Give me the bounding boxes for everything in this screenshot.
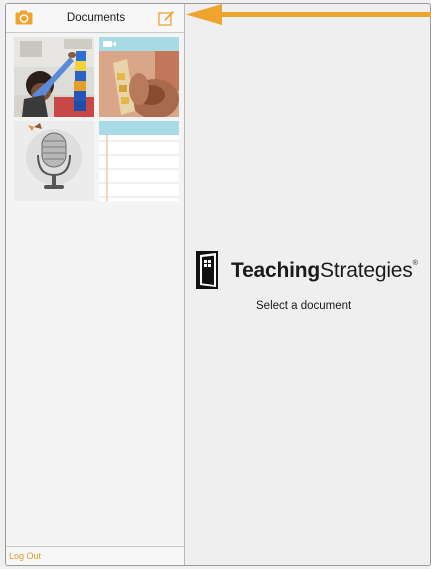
document-detail-pane: TeachingStrategies® Select a document (185, 4, 430, 565)
logo-bold-text: Teaching (231, 259, 321, 282)
door-logo-icon (196, 251, 218, 289)
registered-mark: ® (412, 260, 418, 267)
arrow-annotation-icon (186, 4, 431, 25)
log-out-button[interactable]: Log Out (9, 551, 41, 561)
document-thumbnail-audio[interactable] (14, 121, 94, 201)
document-thumbnail-photo[interactable] (14, 37, 94, 117)
document-thumbnail-video[interactable] (99, 37, 179, 117)
document-thumbnail-note[interactable] (99, 121, 179, 201)
app-window: Documents Log Out TeachingStrategies® Se… (5, 3, 431, 566)
select-document-prompt: Select a document (256, 300, 352, 312)
logo-wordmark: TeachingStrategies® (231, 259, 418, 283)
sidebar-header: Documents (6, 4, 184, 33)
logo-light-text: Strategies (320, 259, 413, 282)
compose-icon[interactable] (158, 9, 176, 27)
sidebar-footer: Log Out (6, 546, 184, 565)
documents-sidebar: Documents Log Out (6, 4, 185, 565)
